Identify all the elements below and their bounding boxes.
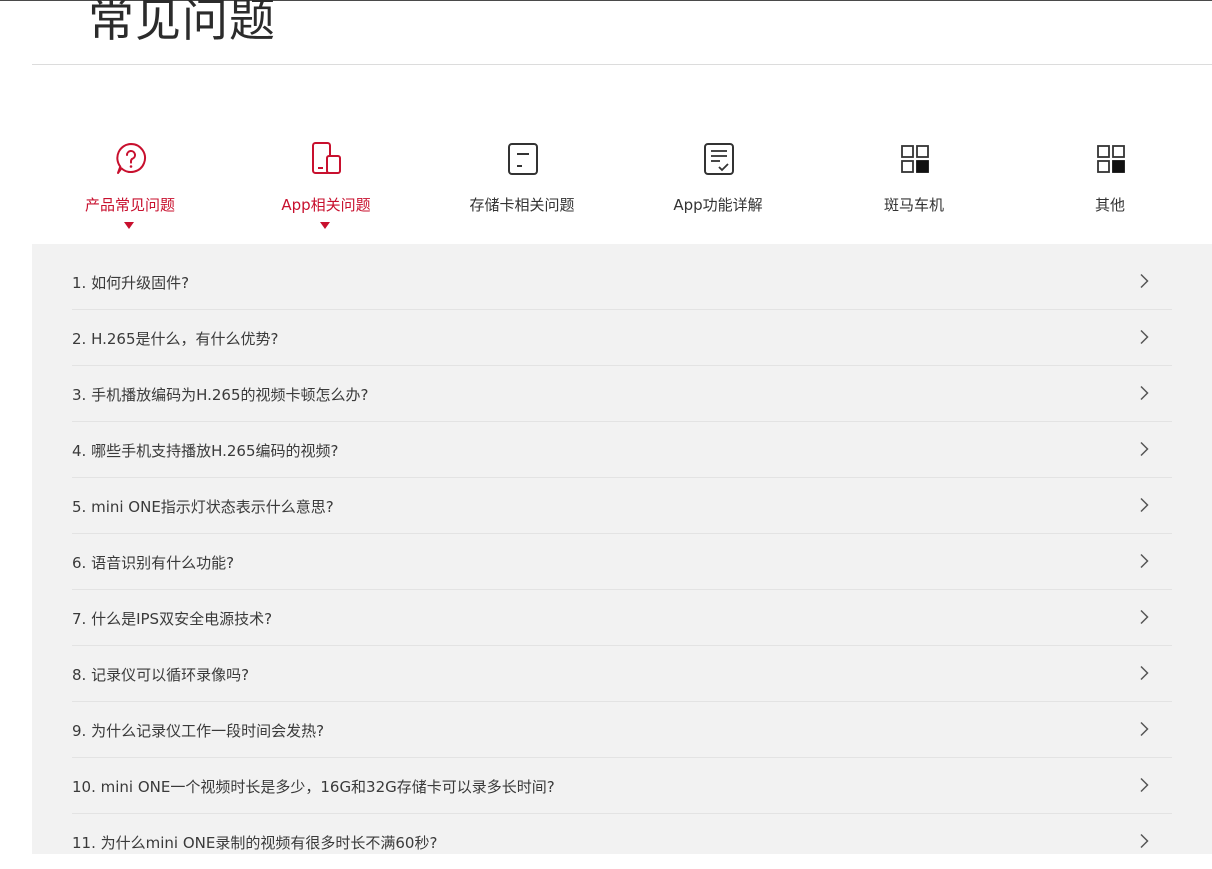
- tab-other[interactable]: 其他: [1012, 130, 1208, 244]
- faq-question: 2. H.265是什么，有什么优势?: [72, 330, 279, 348]
- apps-grid-icon: [1097, 145, 1125, 173]
- faq-question: 6. 语音识别有什么功能?: [72, 554, 235, 572]
- tab-zebra-car[interactable]: 斑马车机: [816, 130, 1012, 244]
- faq-question: 4. 哪些手机支持播放H.265编码的视频?: [72, 442, 339, 460]
- faq-item[interactable]: 6. 语音识别有什么功能?: [72, 534, 1172, 590]
- tab-label: 其他: [1094, 196, 1125, 214]
- chevron-right-icon: [1140, 833, 1149, 849]
- chevron-right-icon: [1140, 777, 1149, 793]
- faq-item[interactable]: 7. 什么是IPS双安全电源技术?: [72, 590, 1172, 646]
- faq-item[interactable]: 4. 哪些手机支持播放H.265编码的视频?: [72, 422, 1172, 478]
- chevron-right-icon: [1140, 665, 1149, 681]
- caret-down-icon: [124, 222, 134, 229]
- tab-product-faq[interactable]: 产品常见问题: [32, 130, 228, 244]
- chevron-right-icon: [1140, 385, 1149, 401]
- faq-question: 10. mini ONE一个视频时长是多少，16G和32G存储卡可以录多长时间?: [72, 778, 555, 796]
- memory-card-icon: [508, 143, 538, 175]
- faq-item[interactable]: 1. 如何升级固件?: [72, 254, 1172, 310]
- phone-tablet-icon: [312, 142, 341, 174]
- faq-item[interactable]: 10. mini ONE一个视频时长是多少，16G和32G存储卡可以录多长时间?: [72, 758, 1172, 814]
- chevron-right-icon: [1140, 609, 1149, 625]
- document-check-icon: [704, 143, 734, 175]
- faq-item[interactable]: 5. mini ONE指示灯状态表示什么意思?: [72, 478, 1172, 534]
- faq-question: 5. mini ONE指示灯状态表示什么意思?: [72, 498, 334, 516]
- faq-item[interactable]: 2. H.265是什么，有什么优势?: [72, 310, 1172, 366]
- chevron-right-icon: [1140, 553, 1149, 569]
- apps-grid-icon: [901, 145, 929, 173]
- faq-list: 1. 如何升级固件? 2. H.265是什么，有什么优势? 3. 手机播放编码为…: [72, 254, 1172, 869]
- category-tabs: 产品常见问题 App相关问题 存储卡相关问题 App功能详解 斑马车机 其他: [32, 130, 1212, 244]
- chevron-right-icon: [1140, 273, 1149, 289]
- faq-item[interactable]: 3. 手机播放编码为H.265的视频卡顿怎么办?: [72, 366, 1172, 422]
- faq-question: 3. 手机播放编码为H.265的视频卡顿怎么办?: [72, 386, 369, 404]
- tab-app-faq[interactable]: App相关问题: [228, 130, 424, 244]
- chevron-right-icon: [1140, 329, 1149, 345]
- faq-item[interactable]: 11. 为什么mini ONE录制的视频有很多时长不满60秒?: [72, 814, 1172, 869]
- faq-item[interactable]: 9. 为什么记录仪工作一段时间会发热?: [72, 702, 1172, 758]
- page-title: 常见问题: [88, 0, 276, 47]
- caret-down-icon: [320, 222, 330, 229]
- chevron-right-icon: [1140, 441, 1149, 457]
- faq-panel: 1. 如何升级固件? 2. H.265是什么，有什么优势? 3. 手机播放编码为…: [32, 244, 1212, 854]
- question-bubble-icon: [116, 143, 146, 174]
- faq-item[interactable]: 8. 记录仪可以循环录像吗?: [72, 646, 1172, 702]
- chevron-right-icon: [1140, 497, 1149, 513]
- tab-label: App功能详解: [673, 196, 763, 214]
- faq-question: 9. 为什么记录仪工作一段时间会发热?: [72, 722, 325, 740]
- faq-question: 8. 记录仪可以循环录像吗?: [72, 666, 250, 684]
- tab-app-features[interactable]: App功能详解: [620, 130, 816, 244]
- faq-question: 1. 如何升级固件?: [72, 274, 190, 292]
- tab-memory-card[interactable]: 存储卡相关问题: [424, 130, 620, 244]
- tab-label: 产品常见问题: [84, 196, 175, 214]
- chevron-right-icon: [1140, 721, 1149, 737]
- faq-question: 7. 什么是IPS双安全电源技术?: [72, 610, 273, 628]
- faq-question: 11. 为什么mini ONE录制的视频有很多时长不满60秒?: [72, 834, 438, 852]
- tab-label: App相关问题: [281, 196, 371, 214]
- title-divider: [32, 64, 1212, 65]
- tab-label: 斑马车机: [883, 196, 944, 214]
- tab-label: 存储卡相关问题: [469, 196, 575, 214]
